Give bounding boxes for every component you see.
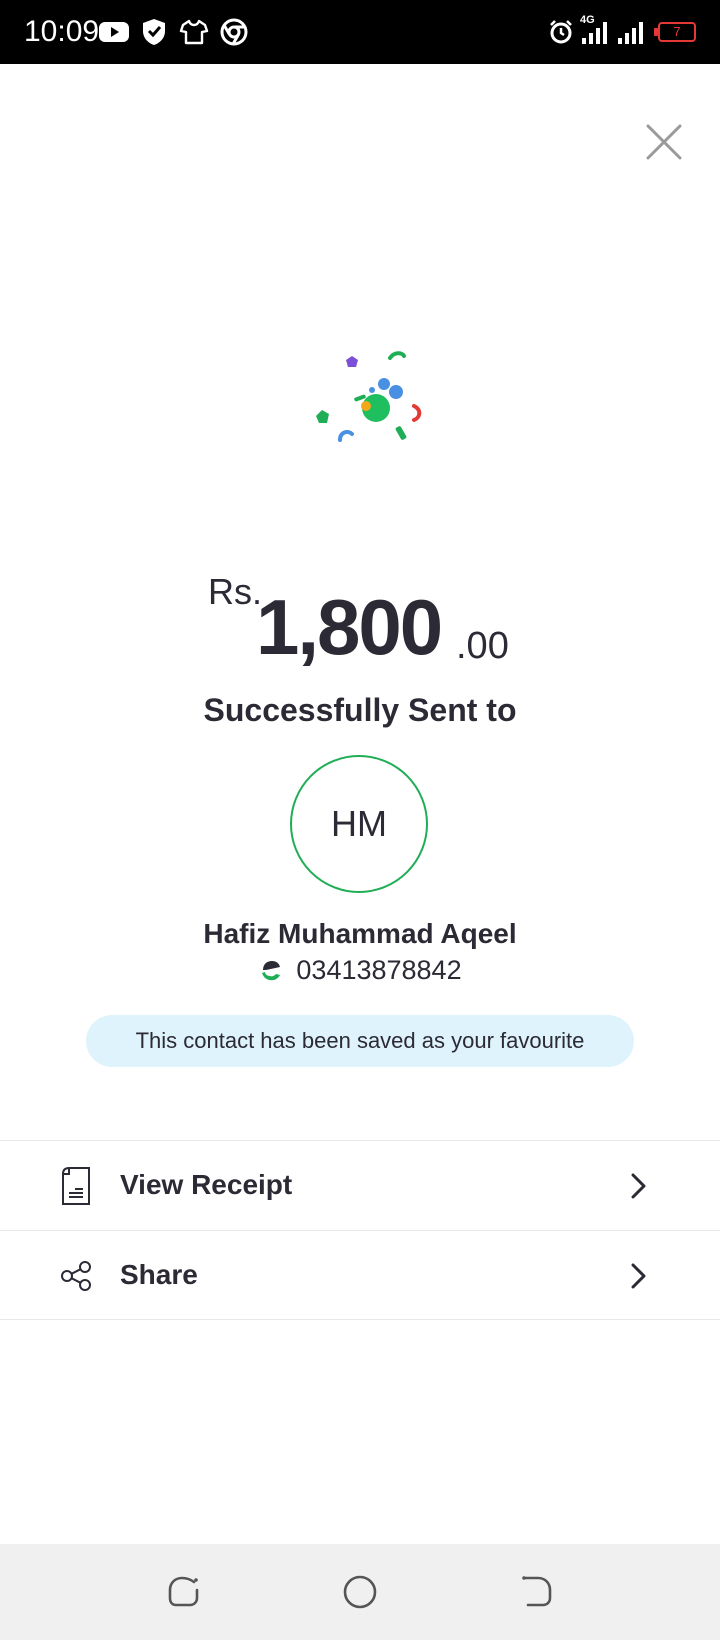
signal-4g-icon: 4G [580, 14, 610, 48]
avatar-initials: HM [331, 803, 387, 844]
back-button[interactable] [516, 1572, 556, 1612]
confetti-illustration [316, 351, 422, 442]
view-receipt-label: View Receipt [120, 1169, 293, 1200]
battery-level: 7 [654, 22, 696, 42]
alarm-icon [548, 16, 574, 48]
network-type-label: 4G [580, 14, 595, 26]
share-icon [58, 1256, 94, 1296]
system-nav-bar [0, 1544, 720, 1640]
close-icon [646, 124, 682, 160]
currency-label: Rs. [208, 571, 262, 612]
status-bar: 10:09 4G 7 [0, 0, 720, 64]
recents-button[interactable] [164, 1572, 204, 1612]
action-list: View Receipt Share [0, 1140, 720, 1320]
share-button[interactable]: Share [0, 1230, 720, 1320]
home-button[interactable] [340, 1572, 380, 1612]
signal-icon [616, 16, 646, 48]
status-left-icons [98, 16, 258, 48]
recipient-phone: 03413878842 [296, 955, 462, 985]
shield-icon [138, 16, 170, 48]
tshirt-icon [178, 16, 210, 48]
home-icon [343, 1575, 377, 1609]
amount-display: Rs. 1,800 .00 [0, 570, 720, 670]
amount-value: 1,800 [256, 583, 443, 671]
receipt-icon [58, 1166, 94, 1206]
favourite-banner-text: This contact has been saved as your favo… [135, 1028, 585, 1053]
close-button[interactable] [640, 118, 688, 166]
chrome-icon [218, 16, 250, 48]
youtube-icon [98, 16, 130, 48]
share-label: Share [120, 1259, 198, 1290]
easypaisa-icon [258, 957, 284, 983]
recipient-phone-row: 03413878842 [0, 952, 720, 988]
view-receipt-button[interactable]: View Receipt [0, 1140, 720, 1230]
status-time: 10:09 [24, 15, 100, 48]
status-right-icons: 4G 7 [542, 14, 696, 48]
avatar: HM [290, 755, 428, 893]
back-icon [522, 1576, 552, 1607]
success-status-text: Successfully Sent to [203, 692, 517, 728]
recents-icon [168, 1576, 199, 1607]
chevron-right-icon [631, 1263, 646, 1289]
battery-icon: 7 [652, 16, 696, 48]
recipient-name: Hafiz Muhammad Aqeel [203, 918, 517, 949]
amount-decimal: .00 [456, 625, 509, 667]
favourite-banner: This contact has been saved as your favo… [86, 1015, 634, 1067]
chevron-right-icon [631, 1173, 646, 1199]
